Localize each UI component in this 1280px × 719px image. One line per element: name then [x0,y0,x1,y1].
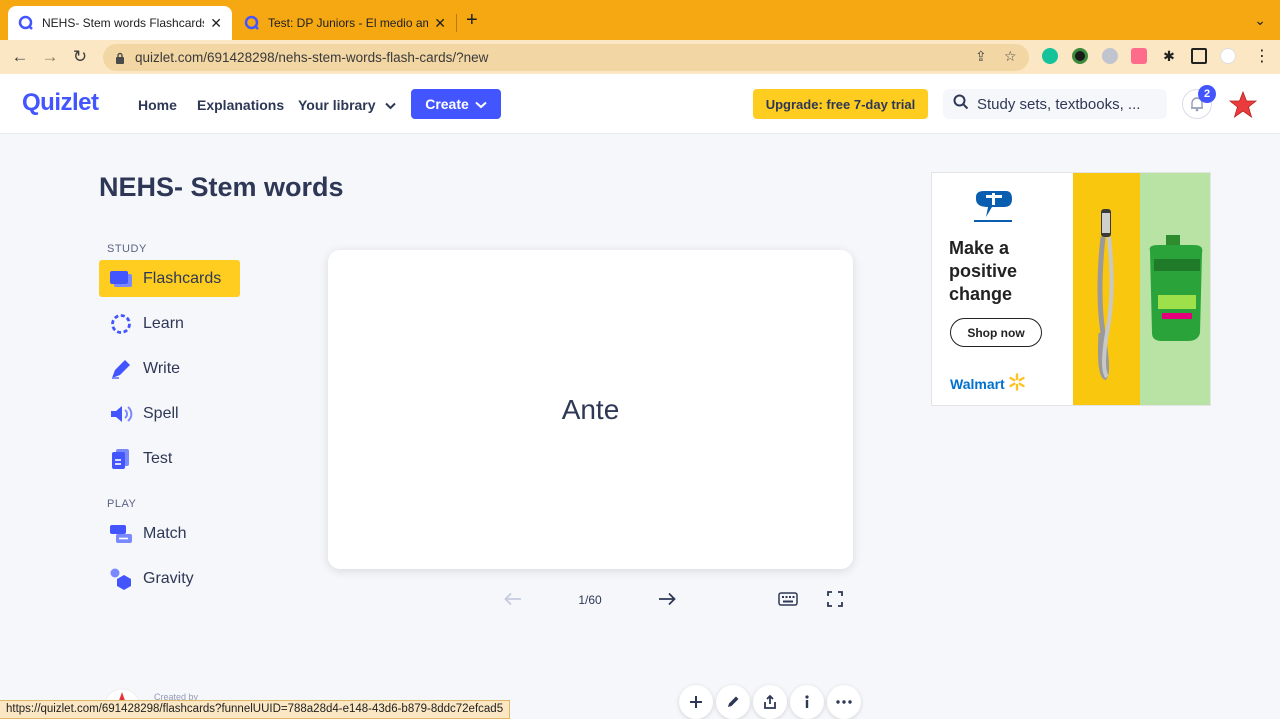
next-card-arrow-icon[interactable] [656,588,678,610]
gravity-icon [109,567,133,591]
search-box[interactable] [943,89,1167,119]
tab-separator [456,14,457,32]
edit-pencil-icon[interactable] [716,685,750,719]
keyboard-shortcuts-icon[interactable] [777,588,799,610]
learn-icon [109,312,133,336]
back-arrow-icon[interactable]: ← [8,46,32,68]
mode-match[interactable]: Match [99,515,240,552]
profile-avatar-icon[interactable] [1220,48,1236,64]
play-section-label: PLAY [107,498,137,510]
new-tab-plus-icon[interactable]: + [466,10,478,30]
write-icon [109,357,133,381]
extension-icon[interactable] [1102,48,1118,64]
more-options-icon[interactable] [827,685,861,719]
flashcards-icon [109,267,133,291]
mode-learn[interactable]: Learn [99,305,240,342]
lock-icon [115,52,125,64]
share-icon[interactable] [753,685,787,719]
close-icon[interactable]: ✕ [434,15,446,32]
mode-label: Gravity [143,569,194,587]
bookmark-star-icon[interactable]: ☆ [1004,48,1017,65]
grammarly-extension-icon[interactable] [1042,48,1058,64]
nav-your-library[interactable]: Your library [298,97,397,113]
browser-toolbar: ← → ↻ quizlet.com/691428298/nehs-stem-wo… [0,40,1280,74]
ad-text-panel: Make a positive change Shop now Walmart [932,173,1073,405]
mode-label: Test [143,449,173,467]
mode-label: Write [143,359,181,377]
chevron-down-icon [385,97,397,113]
quizlet-logo[interactable]: Quizlet [22,89,99,117]
browser-tab-inactive[interactable]: Test: DP Juniors - El medio am ✕ [234,6,456,40]
card-counter: 1/60 [578,593,602,607]
walmart-spark-icon [1008,373,1026,394]
tab-title: Test: DP Juniors - El medio am [268,16,429,30]
walmart-logo: Walmart [950,373,1026,394]
ad-palmolive-product-image [1140,173,1210,405]
address-bar[interactable]: quizlet.com/691428298/nehs-stem-words-fl… [103,44,1029,71]
advertisement[interactable]: Make a positive change Shop now Walmart [931,172,1211,406]
puzzle-extensions-icon[interactable]: ✱ [1161,48,1177,64]
nav-your-library-label: Your library [298,97,376,113]
test-icon [109,447,133,471]
study-section-label: STUDY [107,243,147,255]
flashcard[interactable]: Ante [328,250,853,569]
upgrade-button[interactable]: Upgrade: free 7-day trial [753,89,928,119]
more-vertical-icon[interactable]: ⋮ [1254,46,1270,66]
mode-label: Flashcards [143,269,222,287]
mode-gravity[interactable]: Gravity [99,560,240,597]
mode-spell[interactable]: Spell [99,395,240,432]
close-icon[interactable]: ✕ [210,15,222,32]
extension-icon[interactable] [1131,48,1147,64]
chevron-down-icon [475,96,487,112]
quizlet-favicon-icon [244,15,260,31]
browser-tab-active[interactable]: NEHS- Stem words Flashcards ✕ [8,6,232,40]
nav-explanations[interactable]: Explanations [197,97,284,113]
mode-write[interactable]: Write [99,350,240,387]
user-avatar-star-icon[interactable] [1228,90,1258,120]
mode-label: Learn [143,314,184,332]
mode-test[interactable]: Test [99,440,240,477]
chevron-down-icon[interactable]: ⌄ [1254,12,1266,29]
site-header: Quizlet Home Explanations Your library C… [0,74,1280,134]
create-button-label: Create [425,96,469,112]
info-icon[interactable] [790,685,824,719]
add-to-folder-plus-icon[interactable] [679,685,713,719]
notification-count-badge: 2 [1198,85,1216,103]
flashcard-term: Ante [561,393,620,425]
share-icon[interactable]: ⇪ [975,48,987,65]
search-input[interactable] [977,95,1157,113]
match-icon [109,522,133,546]
mode-label: Spell [143,404,179,422]
status-bar-url: https://quizlet.com/691428298/flashcards… [0,700,511,719]
colgate-palmolive-logo-icon [972,189,1014,225]
nav-home[interactable]: Home [138,97,177,113]
url-text: quizlet.com/691428298/nehs-stem-words-fl… [135,50,489,65]
shop-now-button[interactable]: Shop now [950,318,1042,347]
create-button[interactable]: Create [411,89,501,119]
ad-toothbrush-image [1073,173,1140,405]
mode-label: Match [143,524,187,542]
reload-icon[interactable]: ↻ [68,46,92,68]
walmart-label: Walmart [950,375,1005,392]
tab-title: NEHS- Stem words Flashcards [42,16,205,30]
extension-icon[interactable] [1072,48,1088,64]
quizlet-favicon-icon [18,15,34,31]
forward-arrow-icon[interactable]: → [38,46,62,68]
fullscreen-icon[interactable] [824,588,846,610]
spell-speaker-icon [109,402,133,426]
page-title: NEHS- Stem words [99,172,344,202]
previous-card-arrow-icon[interactable] [502,588,524,610]
mode-flashcards[interactable]: Flashcards [99,260,240,297]
side-panel-icon[interactable] [1191,48,1207,64]
search-icon [953,94,969,114]
browser-tab-bar: NEHS- Stem words Flashcards ✕ Test: DP J… [0,0,1280,40]
ad-headline: Make a positive change [949,238,1018,304]
